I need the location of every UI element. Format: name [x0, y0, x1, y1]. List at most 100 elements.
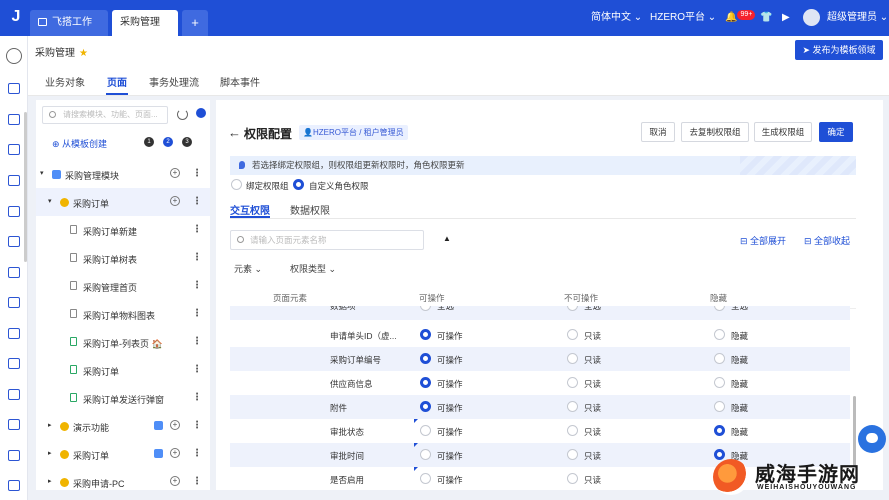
nav-icon-11[interactable] — [8, 389, 20, 400]
nav-icon-7[interactable] — [8, 267, 20, 278]
more-icon[interactable]: ⋮ — [192, 476, 202, 487]
radio-custom-role[interactable] — [293, 179, 304, 190]
sidenav-scrollbar[interactable] — [24, 112, 27, 262]
tree-row[interactable]: 采购订单 ⋮ — [36, 356, 210, 384]
tree-row[interactable]: 采购订单新建 ⋮ — [36, 216, 210, 244]
more-icon[interactable]: ⋮ — [192, 336, 202, 347]
add-icon[interactable]: + — [170, 196, 180, 206]
back-arrow-icon[interactable]: ← — [228, 125, 241, 140]
collapse-all-button[interactable]: ⊟ 全部收起 — [804, 234, 850, 247]
add-tab-button[interactable]: + — [182, 10, 208, 36]
notification-bell[interactable]: 🔔 99+ — [725, 10, 756, 26]
more-icon[interactable]: ⋮ — [192, 364, 202, 375]
radio-readonly[interactable] — [567, 401, 578, 412]
tree-row[interactable]: 采购管理首页 ⋮ — [36, 272, 210, 300]
add-icon[interactable]: + — [170, 420, 180, 430]
refresh-icon[interactable] — [177, 109, 188, 120]
user-menu[interactable]: 超级管理员 ⌄ — [827, 10, 888, 26]
generate-permission-button[interactable]: 生成权限组 — [754, 122, 812, 142]
nav-icon-10[interactable] — [8, 358, 20, 369]
step-2[interactable]: 2 — [163, 137, 173, 147]
nav-icon-14[interactable] — [8, 480, 20, 491]
more-icon[interactable]: ⋮ — [192, 392, 202, 403]
tab-transaction-flow[interactable]: 事务处理流 — [149, 74, 199, 89]
element-filter[interactable]: 元素 ⌄ — [234, 262, 262, 275]
radio-bind-group[interactable] — [231, 179, 242, 190]
tab-business-object[interactable]: 业务对象 — [45, 74, 85, 89]
add-icon[interactable]: + — [170, 168, 180, 178]
radio-readonly[interactable] — [567, 473, 578, 484]
radio-operable[interactable] — [420, 401, 431, 412]
radio-operable[interactable] — [420, 473, 431, 484]
publish-template-button[interactable]: ➤ 发布为模板领域 — [795, 40, 883, 60]
step-1[interactable]: 1 — [144, 137, 154, 147]
radio-readonly[interactable] — [567, 425, 578, 436]
tree-row[interactable]: ▸ 采购订单 + ⋮ — [36, 440, 210, 468]
more-icon[interactable]: ⋮ — [192, 168, 202, 179]
chat-help-button[interactable] — [858, 425, 886, 453]
radio-operable[interactable] — [420, 449, 431, 460]
more-icon[interactable]: ⋮ — [192, 196, 202, 207]
radio-hidden[interactable] — [714, 306, 725, 311]
element-search-input[interactable]: 请输入页面元素名称 — [230, 230, 424, 250]
expand-all-button[interactable]: ⊟ 全部展开 — [740, 234, 786, 247]
radio-operable[interactable] — [420, 377, 431, 388]
tab-purchase[interactable]: 采购管理× — [112, 10, 178, 54]
help-dot-icon[interactable] — [196, 108, 206, 118]
avatar[interactable] — [803, 9, 820, 26]
tab-workbench[interactable]: 飞搭工作台 — [30, 10, 108, 54]
tab-script-event[interactable]: 脚本事件 — [220, 74, 260, 89]
app-logo[interactable]: J — [6, 7, 26, 27]
radio-operable[interactable] — [420, 425, 431, 436]
from-template-button[interactable]: ⊕ 从模板创建 — [52, 137, 107, 150]
tab-page[interactable]: 页面 — [107, 74, 127, 89]
nav-icon-6[interactable] — [8, 236, 20, 247]
play-icon[interactable]: ▶ — [782, 10, 790, 26]
nav-icon-4[interactable] — [8, 175, 20, 186]
add-icon[interactable]: + — [170, 448, 180, 458]
nav-icon-9[interactable] — [8, 328, 20, 339]
cancel-button[interactable]: 取消 — [641, 122, 675, 142]
nav-icon-1[interactable] — [8, 83, 20, 94]
chevron-right-icon[interactable]: ▸ — [48, 421, 52, 429]
chevron-right-icon[interactable]: ▸ — [48, 477, 52, 485]
chevron-down-icon[interactable]: ▾ — [48, 197, 52, 205]
radio-hidden[interactable] — [714, 425, 725, 436]
step-3[interactable]: 3 — [182, 137, 192, 147]
platform-select[interactable]: HZERO平台 ⌄ — [650, 10, 716, 26]
radio-hidden[interactable] — [714, 353, 725, 364]
tree-search-input[interactable]: 请搜索模块、功能、页面... — [42, 106, 168, 124]
chevron-right-icon[interactable]: ▸ — [48, 449, 52, 457]
radio-readonly[interactable] — [567, 306, 578, 311]
radio-operable[interactable] — [420, 329, 431, 340]
nav-icon-5[interactable] — [8, 206, 20, 217]
radio-readonly[interactable] — [567, 377, 578, 388]
table-scrollbar[interactable] — [853, 396, 856, 466]
more-icon[interactable]: ⋮ — [192, 252, 202, 263]
tree-row[interactable]: 采购订单发送行弹窗 ⋮ — [36, 384, 210, 412]
nav-icon-12[interactable] — [8, 419, 20, 430]
radio-hidden[interactable] — [714, 377, 725, 388]
radio-hidden[interactable] — [714, 401, 725, 412]
tree-row[interactable]: 采购订单-列表页 🏠 ⋮ — [36, 328, 210, 356]
tree-row[interactable]: 采购订单树表 ⋮ — [36, 244, 210, 272]
radio-hidden[interactable] — [714, 329, 725, 340]
nav-icon-13[interactable] — [8, 450, 20, 461]
more-icon[interactable]: ⋮ — [192, 280, 202, 291]
more-icon[interactable]: ⋮ — [192, 420, 202, 431]
add-icon[interactable]: + — [170, 476, 180, 486]
tree-row[interactable]: ▸ 采购申请-PC + ⋮ — [36, 468, 210, 496]
tree-row[interactable]: ▸ 演示功能 + ⋮ — [36, 412, 210, 440]
more-icon[interactable]: ⋮ — [192, 224, 202, 235]
chevron-down-icon[interactable]: ▾ — [40, 169, 44, 177]
radio-operable[interactable] — [420, 306, 431, 311]
collapse-up-icon[interactable]: ▲ — [443, 234, 451, 243]
more-icon[interactable]: ⋮ — [192, 308, 202, 319]
tab-interaction-permission[interactable]: 交互权限 — [230, 202, 270, 217]
language-select[interactable]: 简体中文 ⌄ — [591, 10, 642, 26]
tab-data-permission[interactable]: 数据权限 — [290, 202, 330, 217]
nav-icon-2[interactable] — [8, 114, 20, 125]
nav-icon-3[interactable] — [8, 144, 20, 155]
tree-row[interactable]: ▾ 采购订单 + ⋮ — [36, 188, 210, 216]
nav-icon-8[interactable] — [8, 297, 20, 308]
